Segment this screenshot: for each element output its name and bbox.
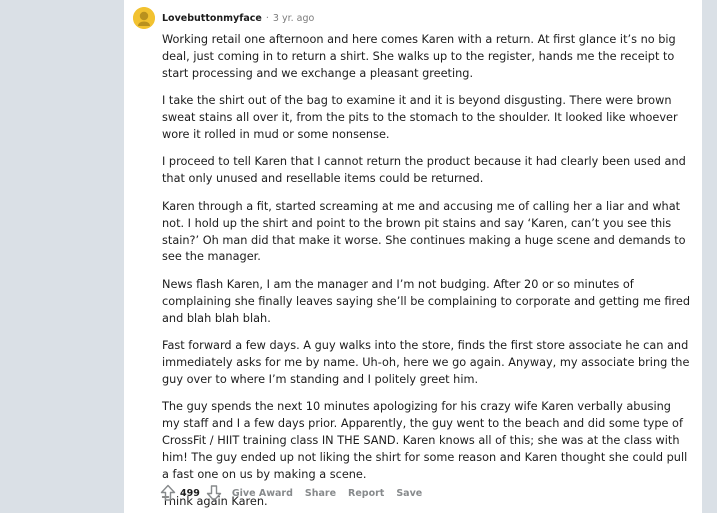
comment-paragraph: I proceed to tell Karen that I cannot re… — [162, 155, 686, 186]
upvote-arrow-icon[interactable] — [160, 484, 176, 502]
comment-paragraph: I take the shirt out of the bag to exami… — [162, 94, 678, 142]
share-button[interactable]: Share — [305, 488, 336, 499]
comment-paragraph: Karen through a fit, started screaming a… — [162, 199, 686, 264]
comment-header: Lovebuttonmyface · 3 yr. ago — [133, 6, 314, 30]
page: Lovebuttonmyface · 3 yr. ago Working ret… — [0, 0, 717, 513]
meta-separator: · — [265, 12, 269, 24]
comment-paragraph: News flash Karen, I am the manager and I… — [162, 277, 691, 325]
comment-paragraph: The guy spends the next 10 minutes apolo… — [162, 400, 688, 481]
comment-paragraph: Working retail one afternoon and here co… — [162, 33, 676, 80]
comment-paragraph: Fast forward a few days. A guy walks int… — [162, 339, 690, 386]
save-button[interactable]: Save — [396, 488, 422, 499]
report-button[interactable]: Report — [348, 488, 384, 499]
vote-score: 499 — [180, 487, 200, 499]
comment-username[interactable]: Lovebuttonmyface — [162, 13, 262, 24]
comment-actions-bar: 499 Give Award Share Report Save — [160, 483, 422, 503]
user-avatar-icon[interactable] — [133, 7, 155, 29]
comment-body: Working retail one afternoon and here co… — [162, 32, 690, 513]
comment-timestamp[interactable]: 3 yr. ago — [273, 13, 314, 24]
downvote-arrow-icon[interactable] — [206, 484, 222, 502]
give-award-button[interactable]: Give Award — [232, 488, 293, 499]
